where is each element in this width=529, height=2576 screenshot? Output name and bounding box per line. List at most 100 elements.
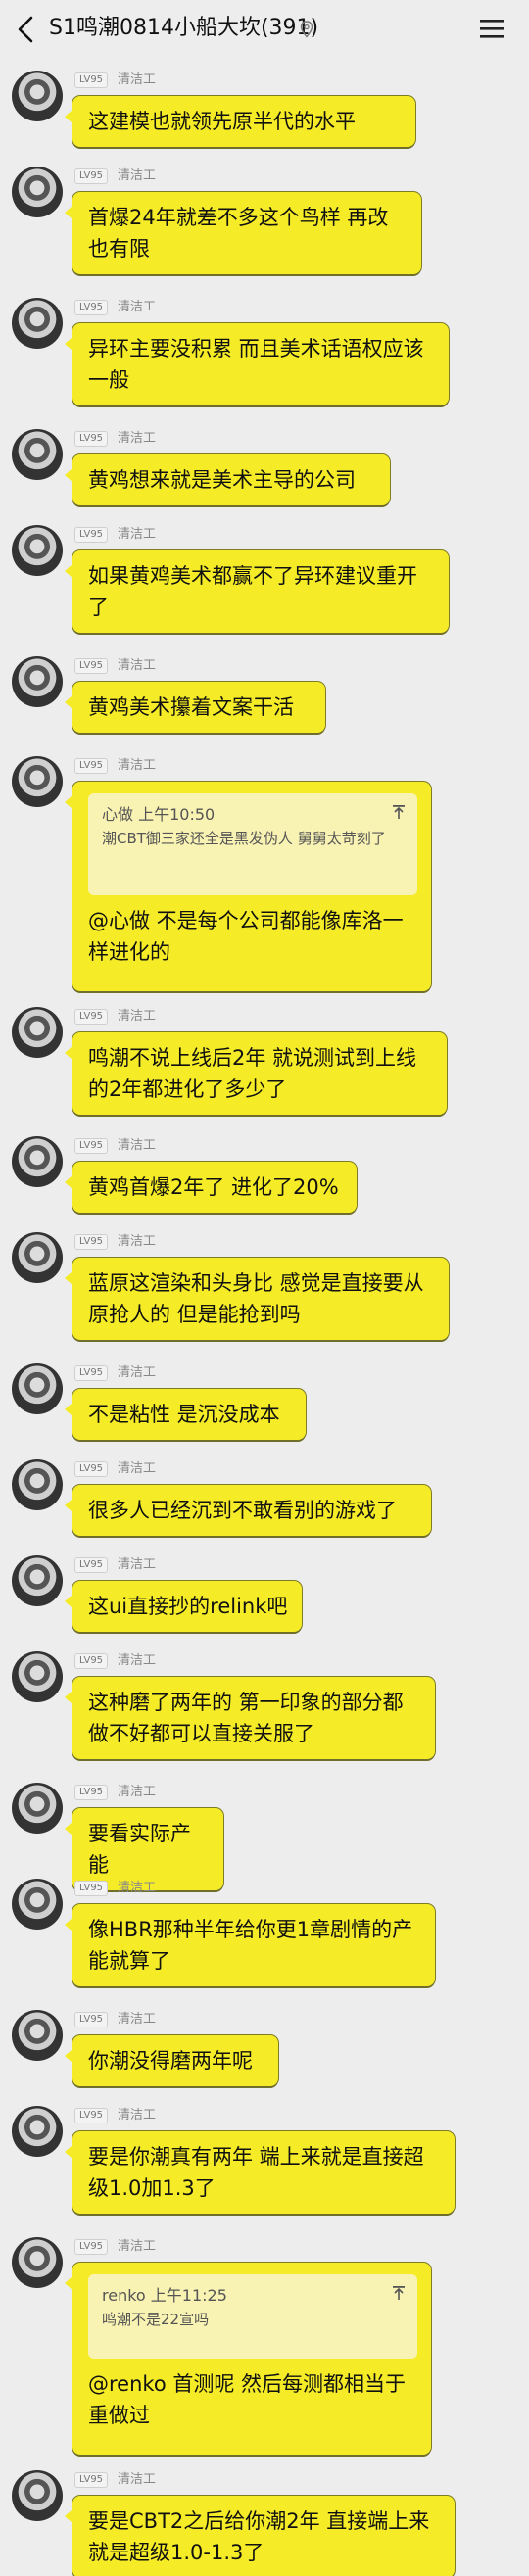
- message-bubble[interactable]: 黄鸡想来就是美术主导的公司: [65, 454, 390, 505]
- level-badge: LV95: [74, 1557, 109, 1573]
- message-bubble[interactable]: 很多人已经沉到不敢看别的游戏了: [65, 1485, 431, 1536]
- member-title: 清洁工: [118, 2012, 157, 2027]
- message-text: 你潮没得磨两年呢: [88, 2049, 253, 2073]
- hamburger-menu-icon[interactable]: [478, 16, 505, 41]
- chat-title: S1鸣潮0814小船大坎(391): [49, 16, 319, 40]
- message-bubble[interactable]: 心做 上午10:50 潮CBT御三家还全是黑发伪人 舅舅太苛刻了 @心做 不是每个公…: [65, 782, 431, 991]
- avatar[interactable]: [12, 1459, 63, 1510]
- avatar[interactable]: [12, 1007, 63, 1058]
- message-bubble[interactable]: 像HBR那种半年给你更1章剧情的产能就算了: [65, 1904, 435, 1986]
- message-bubble[interactable]: 鸣潮不说上线后2年 就说测试到上线的2年都进化了多少了: [65, 1032, 447, 1115]
- level-badge: LV95: [74, 1365, 109, 1381]
- level-badge: LV95: [74, 2472, 109, 2488]
- message-bubble[interactable]: 蓝原这渲染和头身比 感觉是直接要从原抢人的 但是能抢到吗: [65, 1258, 449, 1340]
- message-text: 这ui直接抄的relink吧: [88, 1595, 288, 1618]
- avatar[interactable]: [12, 1363, 63, 1414]
- message-text: 首爆24年就差不多这个鸟样 再改也有限: [88, 206, 389, 261]
- message-bubble[interactable]: 黄鸡首爆2年了 进化了20%: [65, 1162, 357, 1213]
- message-text: 很多人已经沉到不敢看别的游戏了: [88, 1499, 397, 1522]
- avatar[interactable]: [12, 1783, 63, 1834]
- message-bubble[interactable]: 黄鸡美术攥着文案干活: [65, 682, 325, 733]
- sender-meta: LV95 清洁工: [74, 1879, 156, 1898]
- message-text: 要看实际产能: [88, 1822, 191, 1877]
- level-badge: LV95: [74, 527, 109, 543]
- member-title: 清洁工: [118, 72, 157, 87]
- pin-icon[interactable]: [392, 803, 406, 821]
- message-text: 这建模也就领先原半代的水平: [88, 110, 356, 133]
- sender-meta: LV95 清洁工: [74, 525, 156, 545]
- message-bubble[interactable]: renko 上午11:25 鸣潮不是22宣吗 @renko 首测呢 然后每测都相当于…: [65, 2263, 431, 2455]
- message-text: 蓝原这渲染和头身比 感觉是直接要从原抢人的 但是能抢到吗: [88, 1271, 424, 1326]
- level-badge: LV95: [74, 1881, 109, 1896]
- avatar[interactable]: [12, 756, 63, 807]
- sender-meta: LV95 清洁工: [74, 2470, 156, 2490]
- avatar[interactable]: [12, 1879, 63, 1930]
- level-badge: LV95: [74, 1653, 109, 1669]
- message-bubble[interactable]: 要是你潮真有两年 端上来就是直接超级1.0加1.3了: [65, 2131, 455, 2214]
- level-badge: LV95: [74, 2108, 109, 2123]
- quote-text: 潮CBT御三家还全是黑发伪人 舅舅太苛刻了: [102, 830, 386, 847]
- message-bubble[interactable]: 你潮没得磨两年呢: [65, 2035, 278, 2086]
- sender-meta: LV95 清洁工: [74, 1007, 156, 1026]
- member-title: 清洁工: [118, 758, 157, 773]
- avatar[interactable]: [12, 2010, 63, 2061]
- quoted-message[interactable]: renko 上午11:25 鸣潮不是22宣吗: [88, 2274, 417, 2359]
- avatar[interactable]: [12, 2470, 63, 2521]
- avatar[interactable]: [12, 2237, 63, 2288]
- message-text: @renko 首测呢 然后每测都相当于重做过: [88, 2372, 407, 2427]
- message-text: @心做 不是每个公司都能像库洛一样进化的: [88, 909, 404, 964]
- level-badge: LV95: [74, 1138, 109, 1154]
- message-bubble[interactable]: 这种磨了两年的 第一印象的部分都做不好都可以直接关服了: [65, 1677, 435, 1759]
- pin-icon[interactable]: [392, 2284, 406, 2302]
- level-badge: LV95: [74, 1234, 109, 1250]
- avatar[interactable]: [12, 525, 63, 576]
- avatar[interactable]: [12, 1555, 63, 1606]
- avatar[interactable]: [12, 71, 63, 121]
- member-title: 清洁工: [118, 1653, 157, 1668]
- message-bubble[interactable]: 要是CBT2之后给你潮2年 直接端上来就是超级1.0-1.3了: [65, 2496, 455, 2576]
- message-text: 要是你潮真有两年 端上来就是直接超级1.0加1.3了: [88, 2145, 424, 2200]
- message-bubble[interactable]: 如果黄鸡美术都赢不了异环建议重开了: [65, 550, 449, 633]
- avatar[interactable]: [12, 1232, 63, 1283]
- level-badge: LV95: [74, 1461, 109, 1477]
- quote-header: renko 上午11:25: [102, 2284, 404, 2308]
- sender-meta: LV95 清洁工: [74, 71, 156, 90]
- sender-meta: LV95 清洁工: [74, 2010, 156, 2029]
- avatar[interactable]: [12, 1136, 63, 1187]
- avatar[interactable]: [12, 167, 63, 217]
- sender-meta: LV95 清洁工: [74, 1363, 156, 1383]
- member-title: 清洁工: [118, 1461, 157, 1476]
- member-title: 清洁工: [118, 2108, 157, 2123]
- member-title: 清洁工: [118, 527, 157, 542]
- quote-author: renko: [102, 2286, 146, 2305]
- message-text: 这种磨了两年的 第一印象的部分都做不好都可以直接关服了: [88, 1691, 404, 1745]
- message-text: 黄鸡想来就是美术主导的公司: [88, 468, 356, 492]
- chevron-left-icon[interactable]: [14, 14, 39, 45]
- quoted-message[interactable]: 心做 上午10:50 潮CBT御三家还全是黑发伪人 舅舅太苛刻了: [88, 793, 417, 895]
- level-badge: LV95: [74, 431, 109, 447]
- avatar[interactable]: [12, 2106, 63, 2157]
- avatar[interactable]: [12, 1651, 63, 1702]
- message-bubble[interactable]: 异环主要没积累 而且美术话语权应该一般: [65, 323, 449, 405]
- sender-meta: LV95 清洁工: [74, 429, 156, 449]
- sender-meta: LV95 清洁工: [74, 1232, 156, 1252]
- message-bubble[interactable]: 这建模也就领先原半代的水平: [65, 96, 415, 147]
- avatar[interactable]: [12, 429, 63, 480]
- member-title: 清洁工: [118, 1009, 157, 1024]
- member-title: 清洁工: [118, 2472, 157, 2487]
- sender-meta: LV95 清洁工: [74, 1651, 156, 1671]
- level-badge: LV95: [74, 72, 109, 88]
- level-badge: LV95: [74, 1785, 109, 1800]
- message-text: 黄鸡美术攥着文案干活: [88, 695, 294, 719]
- member-title: 清洁工: [118, 1138, 157, 1153]
- level-badge: LV95: [74, 2239, 109, 2255]
- avatar[interactable]: [12, 298, 63, 349]
- sender-meta: LV95 清洁工: [74, 756, 156, 776]
- member-title: 清洁工: [118, 1234, 157, 1249]
- message-bubble[interactable]: 不是粘性 是沉没成本: [65, 1389, 306, 1440]
- avatar[interactable]: [12, 656, 63, 707]
- member-title: 清洁工: [118, 300, 157, 314]
- message-bubble[interactable]: 这ui直接抄的relink吧: [65, 1581, 302, 1632]
- message-bubble[interactable]: 首爆24年就差不多这个鸟样 再改也有限: [65, 192, 421, 274]
- message-text: 鸣潮不说上线后2年 就说测试到上线的2年都进化了多少了: [88, 1046, 417, 1101]
